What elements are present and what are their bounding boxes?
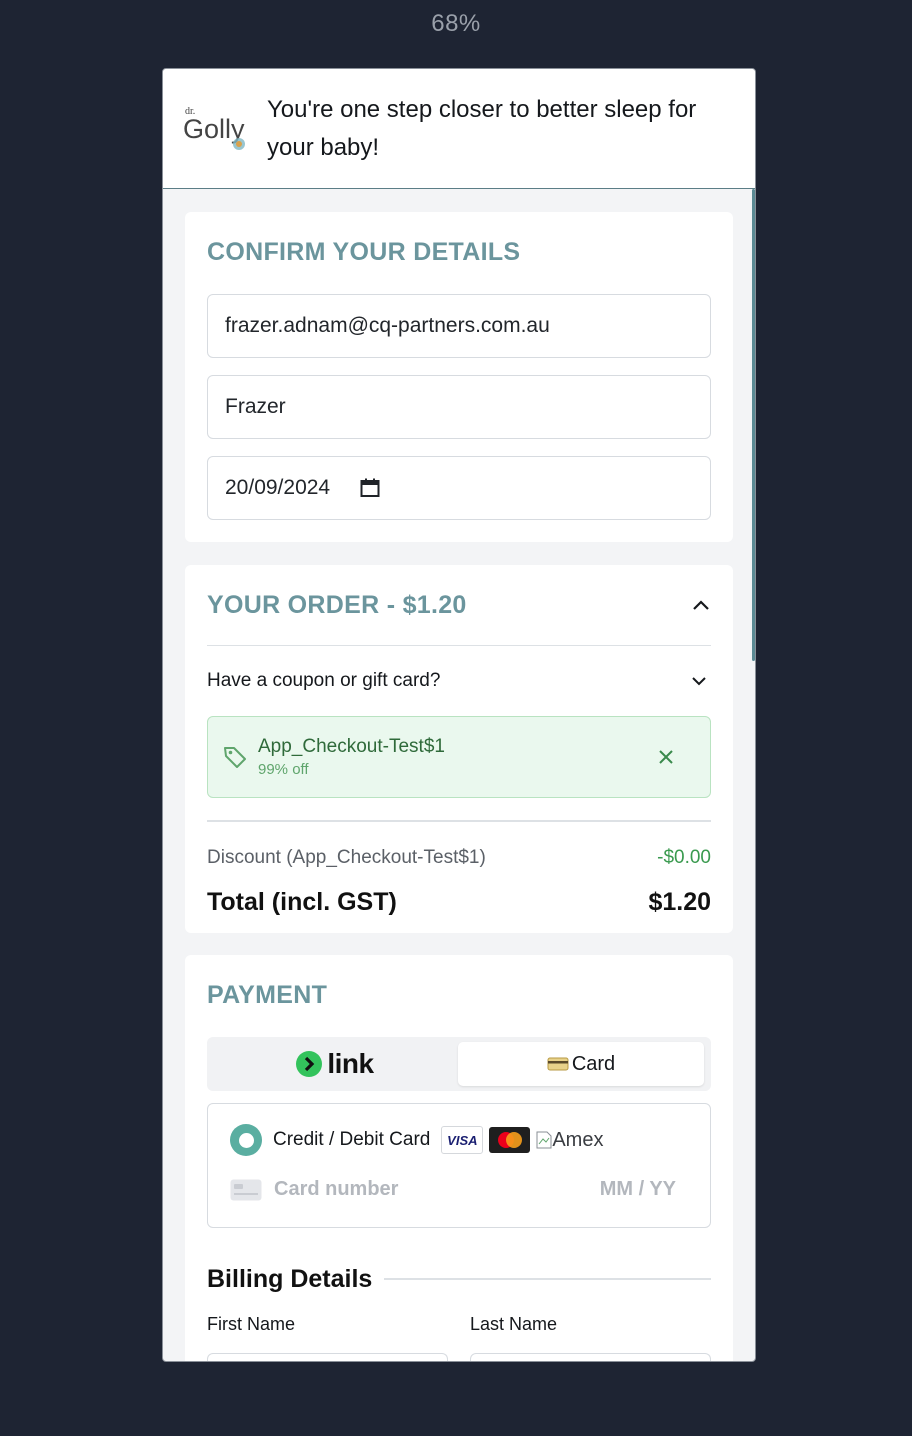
order-header[interactable]: YOUR ORDER - $1.20 [207,565,711,646]
tab-card[interactable]: Card [458,1042,704,1086]
card-icon [547,1057,569,1071]
link-label: link [327,1048,374,1079]
tag-icon [224,747,246,768]
payment-method-row[interactable]: Credit / Debit Card VISA Amex [230,1124,688,1156]
order-divider [207,820,711,822]
coupon-discount: 99% off [258,761,309,778]
total-line: Total (incl. GST) $1.20 [207,886,711,920]
email-field[interactable]: frazer.adnam@cq-partners.com.au [207,294,711,358]
coupon-code: App_Checkout-Test$1 [258,736,445,757]
card-payment-box: Credit / Debit Card VISA Amex Card numbe… [207,1103,711,1228]
applied-coupon: App_Checkout-Test$1 99% off [207,716,711,798]
total-label: Total (incl. GST) [207,888,397,916]
checkout-panel: dr. Golly You're one step closer to bett… [162,68,756,1362]
payment-tabs: link Card [207,1037,711,1091]
visa-icon: VISA [441,1126,484,1154]
payment-method-label: Credit / Debit Card [273,1129,431,1150]
details-card: CONFIRM YOUR DETAILS frazer.adnam@cq-par… [185,212,733,542]
order-title: YOUR ORDER - $1.20 [207,590,467,619]
amex-icon: Amex [536,1129,603,1152]
tab-link[interactable]: link [212,1042,458,1086]
mastercard-icon [489,1127,531,1153]
billing-divider [384,1278,711,1280]
date-value: 20/09/2024 [225,476,331,499]
card-number-row[interactable]: Card number MM / YY [230,1178,688,1201]
header: dr. Golly You're one step closer to bett… [163,69,755,189]
billing-first-name-input[interactable] [207,1353,448,1361]
billing-header: Billing Details [207,1256,711,1302]
coupon-prompt: Have a coupon or gift card? [207,670,441,691]
credit-card-radio[interactable] [230,1124,262,1156]
calendar-icon[interactable] [360,478,380,498]
zoom-level: 68% [431,10,481,37]
remove-coupon-icon[interactable] [658,749,674,765]
coupon-toggle[interactable]: Have a coupon or gift card? [207,646,711,716]
payment-title: PAYMENT [207,981,328,1009]
date-field[interactable]: 20/09/2024 [207,456,711,520]
first-name-label: First Name [207,1314,296,1334]
header-tagline: You're one step closer to better sleep f… [267,95,697,161]
order-card: YOUR ORDER - $1.20 Have a coupon or gift… [185,565,733,933]
billing-title: Billing Details [207,1264,373,1293]
dr-golly-logo: dr. Golly [183,106,245,150]
card-number-input[interactable]: Card number [274,1178,398,1201]
chevron-up-icon[interactable] [691,598,711,612]
billing-last-name-input[interactable] [470,1353,711,1361]
first-name-field[interactable]: Frazer [207,375,711,439]
billing-labels: First Name Last Name [207,1314,711,1335]
discount-label: Discount (App_Checkout-Test$1) [207,846,486,868]
amex-alt-text: Amex [552,1128,604,1151]
card-tab-label: Card [571,1052,616,1075]
discount-value: -$0.00 [657,846,711,868]
total-value: $1.20 [648,888,711,916]
discount-line: Discount (App_Checkout-Test$1) -$0.00 [207,844,711,872]
last-name-label: Last Name [470,1314,558,1334]
details-title: CONFIRM YOUR DETAILS [207,238,521,266]
chevron-down-icon[interactable] [690,675,708,687]
payment-card: PAYMENT link Card Credit / Debit Card VI… [185,955,733,1361]
link-logo-icon [296,1051,323,1077]
card-placeholder-icon [230,1179,262,1200]
scrollbar[interactable] [752,189,755,661]
expiry-input[interactable]: MM / YY [600,1178,676,1201]
